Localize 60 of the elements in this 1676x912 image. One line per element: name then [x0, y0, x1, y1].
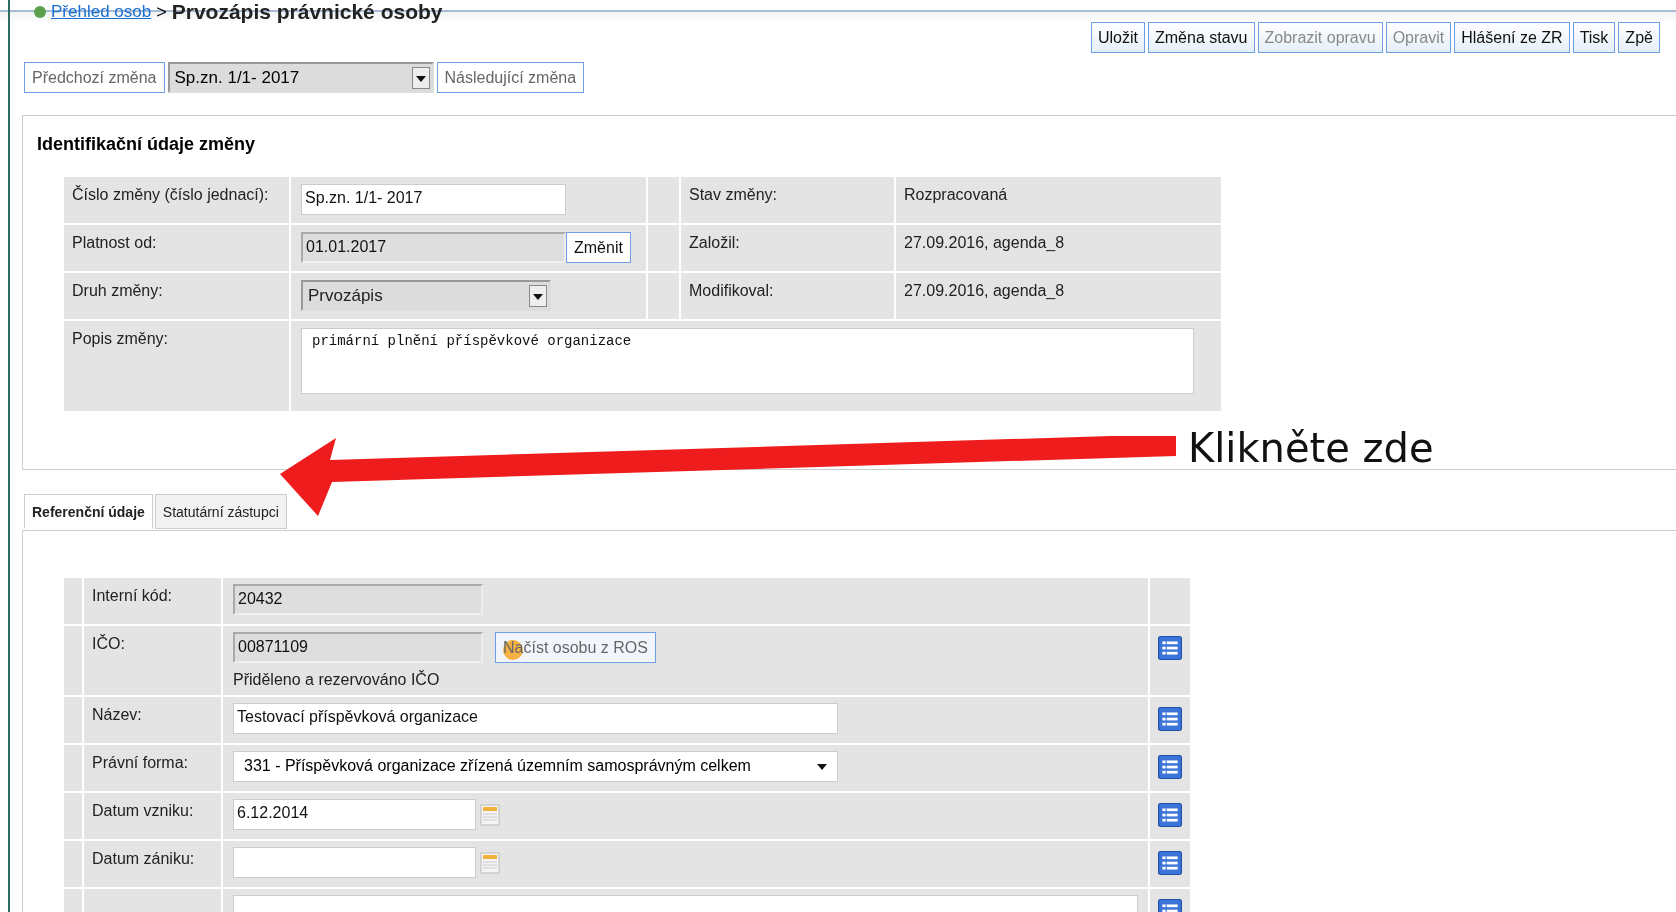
field-value: 27.09.2016, agenda_8: [896, 273, 1221, 319]
status-dot-icon: [34, 6, 46, 18]
tab[interactable]: Referenční údaje: [24, 494, 153, 529]
table-cell: [648, 273, 679, 319]
toolbar-button[interactable]: Tisk: [1572, 22, 1616, 53]
field-label: Právní forma:: [84, 745, 221, 791]
field-label: Založil:: [681, 225, 894, 271]
field-label: Popis změny:: [64, 321, 289, 411]
list-icon[interactable]: [1158, 851, 1182, 875]
status-text: Přiděleno a rezervováno IČO: [233, 671, 441, 689]
field-label: Druh změny:: [64, 273, 289, 319]
field-value: 27.09.2016, agenda_8: [896, 225, 1221, 271]
input-field[interactable]: 20432: [233, 584, 483, 615]
toolbar-button[interactable]: Zpě: [1618, 22, 1660, 53]
date-field[interactable]: 6.12.2014: [233, 799, 476, 830]
toolbar-button[interactable]: Změna stavu: [1148, 22, 1255, 53]
input-field[interactable]: 01.01.2017: [301, 232, 566, 263]
field-value: Rozpracovaná: [896, 177, 1221, 223]
table-cell: [64, 697, 82, 743]
date-field[interactable]: [233, 847, 476, 878]
field-label: Stav změny:: [681, 177, 894, 223]
table-cell: [64, 578, 82, 624]
table-cell: [64, 626, 82, 695]
annotation-text: Klikněte zde: [1188, 425, 1434, 471]
field-label: IČO:: [84, 626, 221, 695]
next-change-button[interactable]: Následující změna: [436, 62, 585, 93]
field-label: Modifikoval:: [681, 273, 894, 319]
tab[interactable]: Statutární zástupci: [154, 494, 287, 529]
section-title: Identifikační údaje změny: [37, 134, 257, 155]
change-dropdown[interactable]: Sp.zn. 1/1- 2017: [167, 62, 434, 93]
input-field[interactable]: Sp.zn. 1/1- 2017: [301, 184, 566, 215]
input-field[interactable]: 00871109: [233, 632, 483, 663]
dropdown[interactable]: Prvozápis: [301, 280, 551, 311]
table-cell: [64, 793, 82, 839]
input-field[interactable]: Testovací příspěvková organizace: [233, 703, 838, 734]
input-field[interactable]: [233, 895, 1138, 912]
description-textarea[interactable]: primární plnění příspěvkové organizace: [301, 328, 1194, 394]
field-label: Interní kód:: [84, 578, 221, 624]
field-label: Číslo změny (číslo jednací):: [64, 177, 289, 223]
table-cell: [648, 225, 679, 271]
dropdown-arrow-icon[interactable]: [817, 762, 827, 771]
breadcrumb-link[interactable]: Přehled osob: [51, 2, 152, 22]
field-label: Platnost od:: [64, 225, 289, 271]
toolbar-button[interactable]: Hlášení ze ZR: [1454, 22, 1570, 53]
list-icon[interactable]: [1158, 636, 1182, 660]
field-label: Datum zániku:: [84, 841, 221, 887]
previous-change-button[interactable]: Předchozí změna: [24, 62, 165, 93]
breadcrumb-separator: >: [156, 1, 167, 23]
list-icon[interactable]: [1158, 803, 1182, 827]
list-icon[interactable]: [1158, 755, 1182, 779]
table-cell: [64, 841, 82, 887]
toolbar-button[interactable]: Uložit: [1091, 22, 1145, 53]
dropdown[interactable]: 331 - Příspěvková organizace zřízená územním samosprávným celkem: [233, 751, 838, 782]
change-button[interactable]: Změnit: [566, 232, 631, 263]
table-cell: [648, 177, 679, 223]
list-icon[interactable]: [1158, 707, 1182, 731]
field-label: Datum vzniku:: [84, 793, 221, 839]
page-title: Prvozápis právnické osoby: [171, 0, 443, 24]
table-cell: [64, 745, 82, 791]
field-label: Název:: [84, 697, 221, 743]
